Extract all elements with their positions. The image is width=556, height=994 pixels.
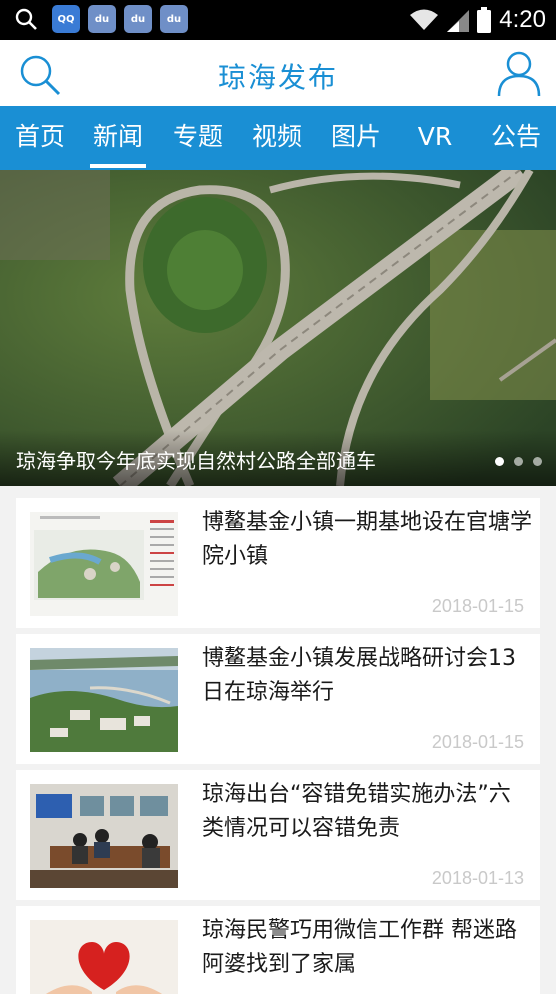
wifi-icon: [410, 9, 439, 30]
status-bar: QQ du du du 4:20: [0, 0, 556, 40]
carousel-indicator: [495, 457, 542, 466]
signal-icon: [447, 10, 470, 32]
news-thumbnail: [30, 648, 178, 752]
tab-notices[interactable]: 公告: [488, 106, 544, 170]
news-date: 2018-01-13: [431, 868, 524, 888]
tab-topics[interactable]: 专题: [170, 106, 226, 170]
app-header: 琼海发布: [0, 40, 556, 106]
news-thumbnail: [30, 512, 178, 616]
news-title: 博鳌基金小镇一期基地设在官塘学院小镇: [202, 510, 533, 569]
news-title: 琼海出台“容错免错实施办法”六类情况可以容错免责: [202, 782, 511, 841]
news-thumbnail: [30, 784, 178, 888]
carousel-dot[interactable]: [533, 457, 542, 466]
banner-caption: 琼海争取今年底实现自然村公路全部通车: [16, 449, 376, 473]
news-item[interactable]: 博鳌基金小镇一期基地设在官塘学院小镇 2018-01-15: [16, 498, 540, 628]
search-icon: [15, 8, 37, 30]
tab-video[interactable]: 视频: [249, 106, 305, 170]
battery-icon: [477, 7, 492, 33]
carousel-dot[interactable]: [514, 457, 523, 466]
notification-icons: QQ du du du: [52, 5, 188, 33]
news-item[interactable]: 博鳌基金小镇发展战略研讨会13日在琼海举行 2018-01-15: [16, 634, 540, 764]
qq-icon: QQ: [52, 5, 80, 33]
news-date: 2018-01-15: [431, 732, 524, 752]
baidu-icon: du: [160, 5, 188, 33]
news-item[interactable]: 琼海民警巧用微信工作群 帮迷路阿婆找到了家属: [16, 906, 540, 994]
baidu-icon: du: [88, 5, 116, 33]
news-title: 博鳌基金小镇发展战略研讨会13日在琼海举行: [202, 646, 516, 705]
baidu-icon: du: [124, 5, 152, 33]
category-tabs: 首页 新闻 专题 视频 图片 VR 公告: [0, 106, 556, 170]
news-item[interactable]: 琼海出台“容错免错实施办法”六类情况可以容错免责 2018-01-13: [16, 770, 540, 900]
carousel-dot[interactable]: [495, 457, 504, 466]
tab-photos[interactable]: 图片: [328, 106, 384, 170]
tab-home[interactable]: 首页: [12, 106, 68, 170]
clock: 4:20: [499, 6, 546, 33]
tab-vr[interactable]: VR: [410, 106, 460, 170]
news-thumbnail: [30, 920, 178, 994]
app-title: 琼海发布: [217, 61, 338, 94]
headline-banner[interactable]: 琼海争取今年底实现自然村公路全部通车: [0, 170, 556, 486]
news-date: 2018-01-15: [431, 596, 524, 616]
user-icon[interactable]: [496, 49, 542, 97]
tab-news[interactable]: 新闻: [90, 106, 146, 170]
news-title: 琼海民警巧用微信工作群 帮迷路阿婆找到了家属: [202, 918, 517, 977]
